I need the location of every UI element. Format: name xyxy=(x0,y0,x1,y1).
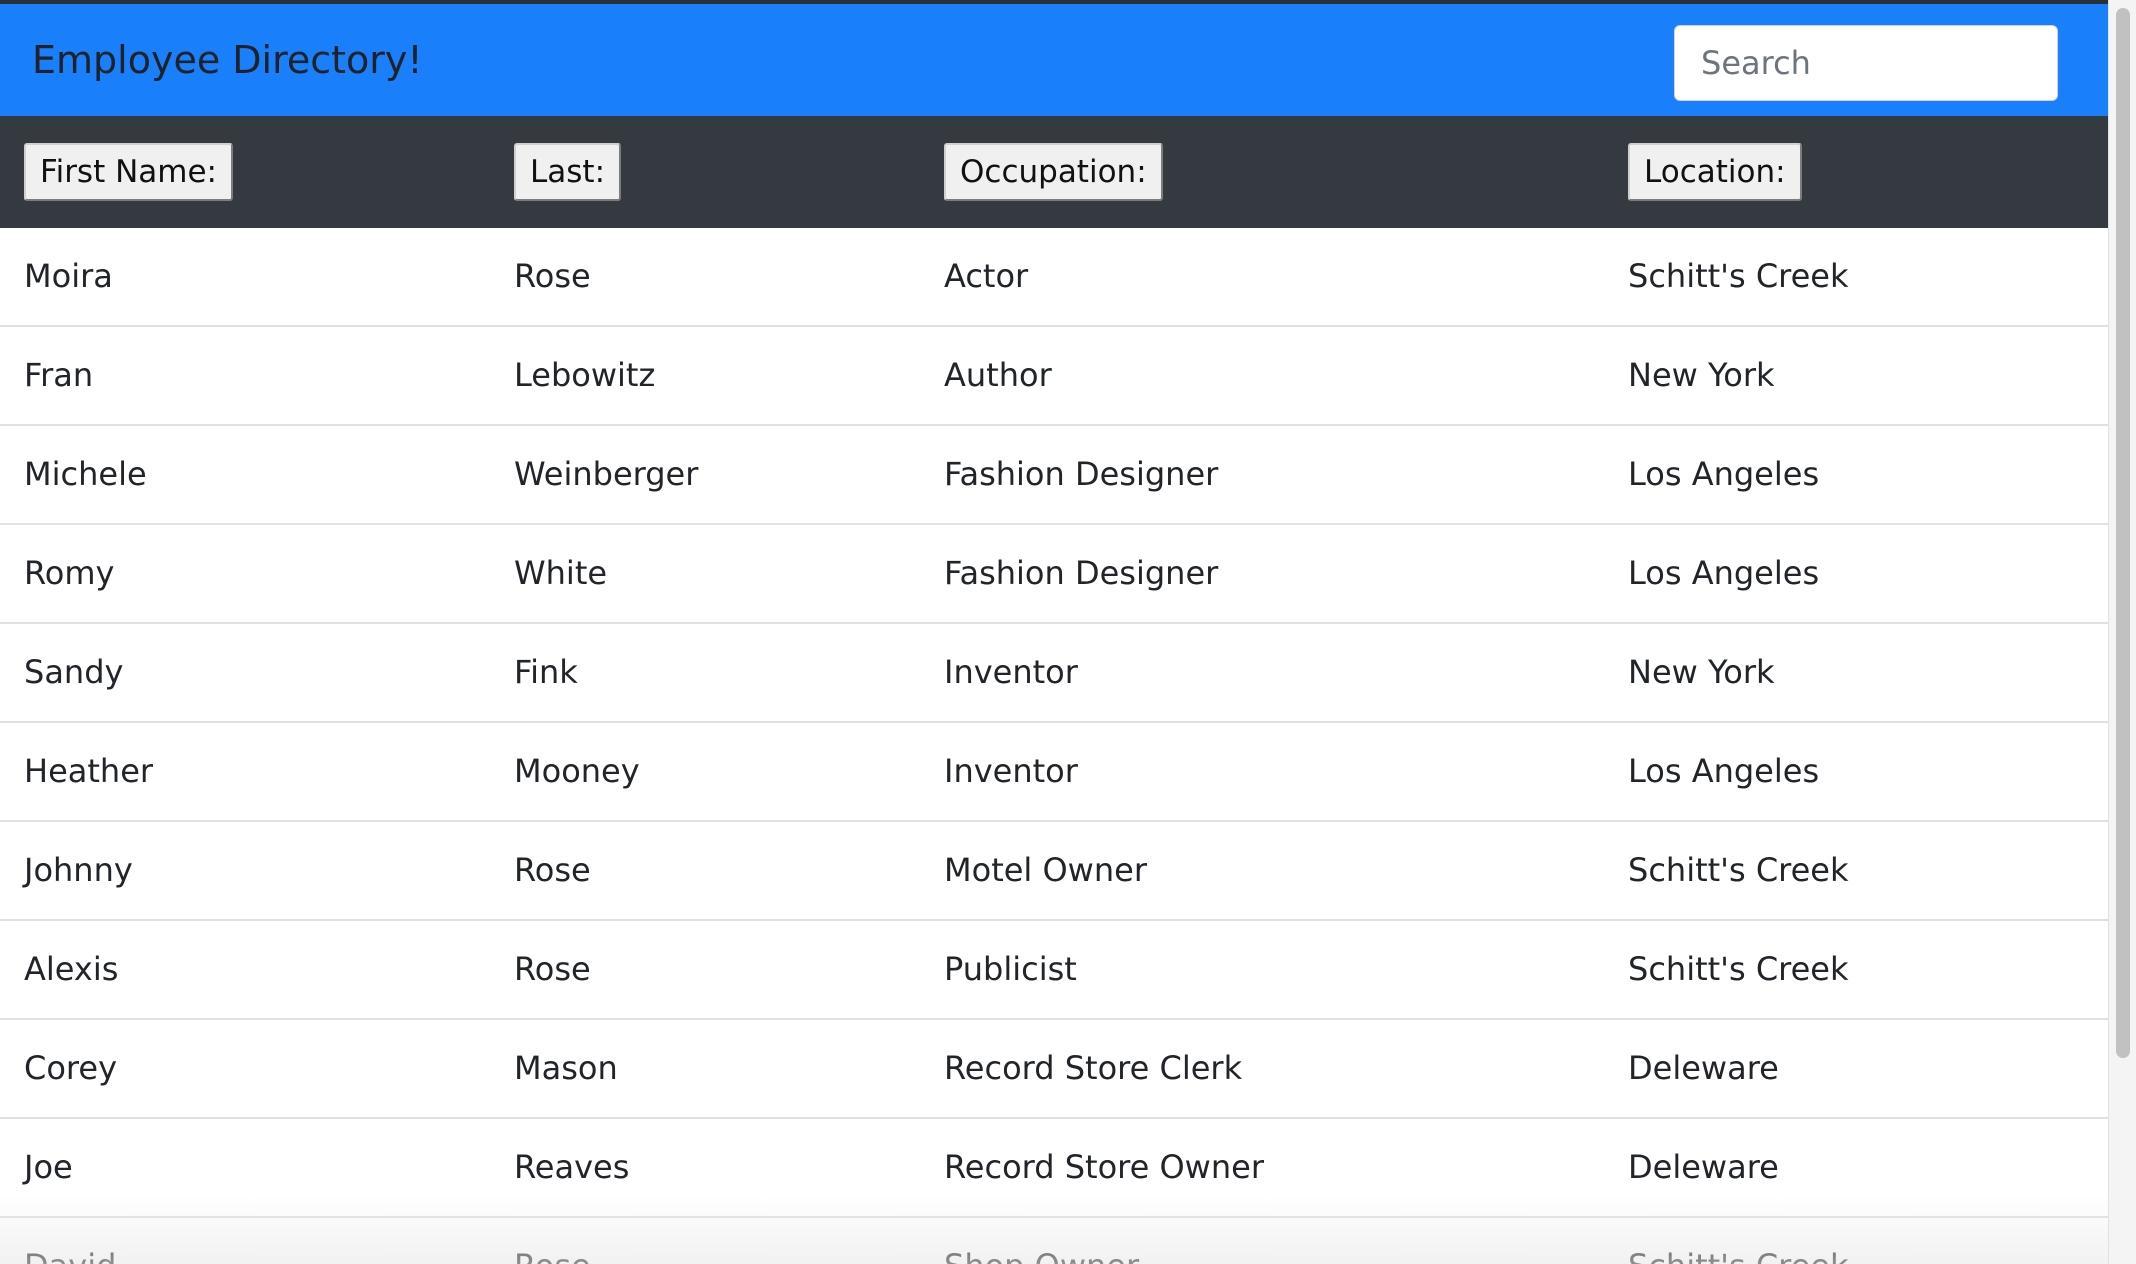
cell-first-name: David xyxy=(24,1218,116,1264)
table-row: Sandy Fink Inventor New York xyxy=(0,624,2108,723)
cell-occupation: Shop Owner xyxy=(944,1218,1139,1264)
cell-location: Schitt's Creek xyxy=(1628,950,1849,988)
cell-last-name: Fink xyxy=(514,653,578,691)
cell-location: Deleware xyxy=(1628,1148,1779,1186)
table-row: Heather Mooney Inventor Los Angeles xyxy=(0,723,2108,822)
navbar: Employee Directory! xyxy=(0,4,2108,116)
cell-location: Los Angeles xyxy=(1628,752,1820,790)
cell-last-name: Mason xyxy=(514,1049,618,1087)
cell-first-name: Heather xyxy=(24,752,154,790)
cell-last-name: White xyxy=(514,554,608,592)
cell-last-name: Rose xyxy=(514,257,591,295)
cell-first-name: Michele xyxy=(24,455,147,493)
cell-occupation: Fashion Designer xyxy=(944,455,1219,493)
cell-occupation: Record Store Clerk xyxy=(944,1049,1243,1087)
cell-occupation: Publicist xyxy=(944,950,1077,988)
cell-last-name: Lebowitz xyxy=(514,356,656,394)
page-title: Employee Directory! xyxy=(32,38,423,82)
cell-location: New York xyxy=(1628,653,1775,691)
cell-first-name: Romy xyxy=(24,554,115,592)
cell-occupation: Inventor xyxy=(944,752,1078,790)
cell-occupation: Author xyxy=(944,356,1052,394)
cell-occupation: Motel Owner xyxy=(944,851,1147,889)
table-row: David Rose Shop Owner Schitt's Creek xyxy=(0,1218,2108,1264)
page: Employee Directory! First Name: Last: Oc… xyxy=(0,0,2136,1264)
cell-last-name: Rose xyxy=(514,851,591,889)
cell-first-name: Joe xyxy=(24,1148,73,1186)
cell-location: New York xyxy=(1628,356,1775,394)
cell-location: Schitt's Creek xyxy=(1628,1218,1849,1264)
vertical-scrollbar[interactable] xyxy=(2108,0,2136,1264)
table-row: Corey Mason Record Store Clerk Deleware xyxy=(0,1020,2108,1119)
cell-location: Los Angeles xyxy=(1628,455,1820,493)
cell-occupation: Inventor xyxy=(944,653,1078,691)
cell-occupation: Record Store Owner xyxy=(944,1148,1264,1186)
table-row: Moira Rose Actor Schitt's Creek xyxy=(0,228,2108,327)
sort-first-name-button[interactable]: First Name: xyxy=(24,143,233,201)
cell-occupation: Fashion Designer xyxy=(944,554,1219,592)
cell-location: Los Angeles xyxy=(1628,554,1820,592)
table-row: Johnny Rose Motel Owner Schitt's Creek xyxy=(0,822,2108,921)
table-row: Michele Weinberger Fashion Designer Los … xyxy=(0,426,2108,525)
cell-first-name: Alexis xyxy=(24,950,119,988)
cell-first-name: Corey xyxy=(24,1049,117,1087)
table-row: Alexis Rose Publicist Schitt's Creek xyxy=(0,921,2108,1020)
table-header: First Name: Last: Occupation: Location: xyxy=(0,116,2108,228)
cell-location: Deleware xyxy=(1628,1049,1779,1087)
cell-location: Schitt's Creek xyxy=(1628,851,1849,889)
cell-occupation: Actor xyxy=(944,257,1029,295)
table-row: Romy White Fashion Designer Los Angeles xyxy=(0,525,2108,624)
cell-location: Schitt's Creek xyxy=(1628,257,1849,295)
cell-last-name: Weinberger xyxy=(514,455,699,493)
search-input[interactable] xyxy=(1674,25,2058,101)
sort-location-button[interactable]: Location: xyxy=(1628,143,1802,201)
cell-first-name: Fran xyxy=(24,356,94,394)
sort-last-name-button[interactable]: Last: xyxy=(514,143,622,201)
cell-last-name: Mooney xyxy=(514,752,640,790)
cell-first-name: Johnny xyxy=(24,851,133,889)
table-body: Moira Rose Actor Schitt's Creek Fran Leb… xyxy=(0,228,2108,1264)
table-row: Fran Lebowitz Author New York xyxy=(0,327,2108,426)
table-row: Joe Reaves Record Store Owner Deleware xyxy=(0,1119,2108,1218)
cell-last-name: Rose xyxy=(514,1218,591,1264)
cell-first-name: Sandy xyxy=(24,653,124,691)
cell-last-name: Rose xyxy=(514,950,591,988)
scrollbar-thumb[interactable] xyxy=(2116,8,2130,1058)
sort-occupation-button[interactable]: Occupation: xyxy=(944,143,1163,201)
cell-first-name: Moira xyxy=(24,257,113,295)
cell-last-name: Reaves xyxy=(514,1148,630,1186)
